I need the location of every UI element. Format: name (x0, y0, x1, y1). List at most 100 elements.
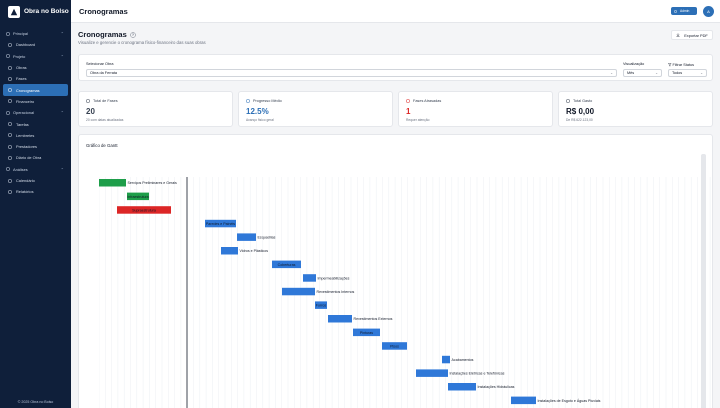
section-icon (6, 54, 10, 58)
stat-card-progresso-medio: Progresso Médio 12.5% Avanço físico geral (238, 91, 393, 127)
users-icon (8, 144, 12, 149)
gantt-bar-impermeabilizacoes[interactable] (303, 274, 316, 282)
gantt-bar-label: Instalações de Esgoto e Águas Pluviais (538, 399, 601, 403)
stat-card-total-gasto: Total Gasto R$ 0,00 De R$ 622.123,00 (558, 91, 713, 127)
gantt-bar-label: Instalações Hidráulicas (478, 385, 515, 389)
status-select[interactable]: Todos ⌄ (668, 69, 707, 77)
gantt-chart: Serviços Preliminares e Gerais Infraestru… (99, 177, 711, 408)
sidebar-item-financeiro[interactable]: Financeiro (3, 96, 68, 107)
sidebar-item-label: Calendário (16, 178, 35, 183)
sidebar-section-analises[interactable]: Análises ⌃ (0, 164, 71, 175)
stat-title: Total Gasto (573, 99, 593, 103)
avatar[interactable]: A (703, 6, 714, 17)
gantt-bar-label: Pisos (390, 344, 399, 348)
topbar: Cronogramas Admin A (71, 0, 720, 23)
stat-card-total-de-fases: Total de Fases 20 20 com datas atualizadas (78, 91, 233, 127)
gantt-scrollbar[interactable] (701, 154, 706, 408)
building-icon (8, 65, 12, 70)
sidebar-item-prestadores[interactable]: Prestadores (3, 141, 68, 152)
stat-value: 1 (406, 107, 411, 116)
gantt-card: Gráfico de Gantt Serviços Preliminares e… (78, 134, 713, 408)
sidebar-item-label: Tarefas (16, 121, 29, 127)
chevron-up-icon: ⌃ (60, 31, 64, 37)
sidebar-item-calendario[interactable]: Calendário (3, 175, 68, 186)
sidebar-item-label: Prestadores (16, 144, 37, 150)
chevron-down-icon: ⌄ (655, 71, 658, 75)
section-label-wrap: Projeto (6, 54, 25, 59)
obra-select-value: Obra da Ferrata (90, 71, 118, 75)
layers-icon (8, 77, 12, 81)
stat-card-fases-atrasadas: Fases Atrasadas 1 Requer atenção (398, 91, 553, 127)
section-icon (6, 31, 10, 36)
sidebar-section-label: Análises (13, 166, 28, 172)
sidebar-item-obras[interactable]: Obras (3, 62, 68, 73)
sidebar: Obra no Bolso Principal ⌃ Dashboard Projeto… (0, 0, 71, 408)
page-title: Cronogramas (78, 30, 127, 39)
export-pdf-label: Exportar PDF (684, 32, 708, 38)
sidebar-item-relatorios[interactable]: Relatórios (3, 186, 68, 197)
sidebar-item-lembretes[interactable]: Lembretes (3, 130, 68, 141)
gantt-title: Gráfico de Gantt (86, 143, 118, 148)
gantt-bar-instalacoes-eletricas-e-telefonicas[interactable] (416, 369, 448, 377)
stat-title: Fases Atrasadas (413, 99, 442, 103)
sidebar-section-projeto[interactable]: Projeto ⌃ (0, 51, 71, 62)
chevron-down-icon: ⌄ (610, 71, 613, 75)
sidebar-item-dashboard[interactable]: Dashboard (3, 39, 68, 50)
book-icon (8, 156, 12, 160)
sidebar-nav: Principal ⌃ Dashboard Projeto ⌃ Obras Fases Cro… (0, 23, 71, 197)
page-title-wrap: Cronogramas ? (78, 30, 136, 39)
dollar-icon (566, 99, 570, 103)
logo-icon (8, 5, 20, 18)
gantt-bar-revestimentos-internos[interactable] (282, 287, 315, 296)
page-subtitle: Visualize e gerencie o cronograma físico… (78, 40, 206, 45)
calendar-alert-icon (406, 99, 410, 103)
gantt-bar-label: Paredes e Painéis (206, 222, 235, 226)
export-pdf-button[interactable]: Exportar PDF (671, 30, 713, 40)
gantt-bar-acabamentos[interactable] (442, 355, 450, 364)
gantt-bar-label: Coberturas (278, 263, 296, 267)
stat-subtitle: De R$ 622.123,00 (566, 118, 593, 122)
sidebar-section-operacional[interactable]: Operacional ⌃ (0, 107, 71, 118)
gantt-bar-label: Acabamentos (452, 358, 474, 362)
status-filter-label: Filtrar Status (672, 63, 695, 67)
stat-subtitle: 20 com datas atualizadas (86, 118, 124, 122)
section-icon (6, 167, 10, 171)
sidebar-item-label: Financeiro (16, 98, 35, 104)
sidebar-item-cronogramas[interactable]: Cronogramas (3, 84, 68, 96)
sidebar-item-tarefas[interactable]: Tarefas (3, 118, 68, 129)
main-content: Cronogramas ? Visualize e gerencie o cro… (71, 23, 720, 408)
shield-icon (674, 9, 677, 13)
view-select-value: Mês (627, 71, 635, 75)
filter-icon (668, 63, 672, 67)
dashboard-icon (8, 43, 12, 47)
sidebar-section-label: Principal (13, 31, 28, 37)
sidebar-item-fases[interactable]: Fases (3, 73, 68, 84)
gantt-bar-esquadrias[interactable] (237, 233, 256, 241)
gantt-bar-label: Serviços Preliminares e Gerais (128, 181, 178, 185)
brand[interactable]: Obra no Bolso (0, 0, 71, 23)
gantt-bar-revestimentos-externos[interactable] (328, 315, 352, 323)
gantt-bar-label: Vidros e Plásticos (240, 249, 269, 253)
gantt-bar-label: Forros (316, 304, 327, 308)
sidebar-item-label: Cronogramas (16, 87, 40, 93)
help-icon[interactable]: ? (130, 31, 136, 38)
report-icon (8, 190, 12, 194)
chevron-up-icon: ⌃ (60, 166, 64, 172)
sidebar-item-label: Obras (16, 65, 27, 71)
admin-badge[interactable]: Admin (671, 7, 697, 15)
view-select[interactable]: Mês ⌄ (623, 69, 662, 77)
sidebar-item-diario-de-obra[interactable]: Diário de Obra (3, 152, 68, 163)
sidebar-section-principal[interactable]: Principal ⌃ (0, 28, 71, 39)
gantt-bar-label: Infraestrutura (127, 195, 148, 199)
stat-head: Fases Atrasadas (406, 99, 441, 103)
gantt-bar-vidros-e-plasticos[interactable] (221, 247, 238, 255)
gantt-bar-servicos-preliminares-e-gerais[interactable] (99, 179, 126, 187)
gantt-bar-label: Instalações Elétricas e Telefônicas (450, 372, 505, 376)
obra-select[interactable]: Obra da Ferrata ⌄ (86, 69, 617, 77)
gantt-bar-instalacoes-hidraulicas[interactable] (448, 383, 476, 391)
obra-select-label: Selecionar Obra (86, 62, 114, 66)
sidebar-item-label: Lembretes (16, 132, 35, 138)
chevron-up-icon: ⌃ (60, 53, 64, 59)
gantt-bar-label: Revestimentos Externos (354, 317, 393, 321)
gantt-bar-instalacoes-de-esgoto-e-aguas-pluviais[interactable] (511, 396, 536, 405)
